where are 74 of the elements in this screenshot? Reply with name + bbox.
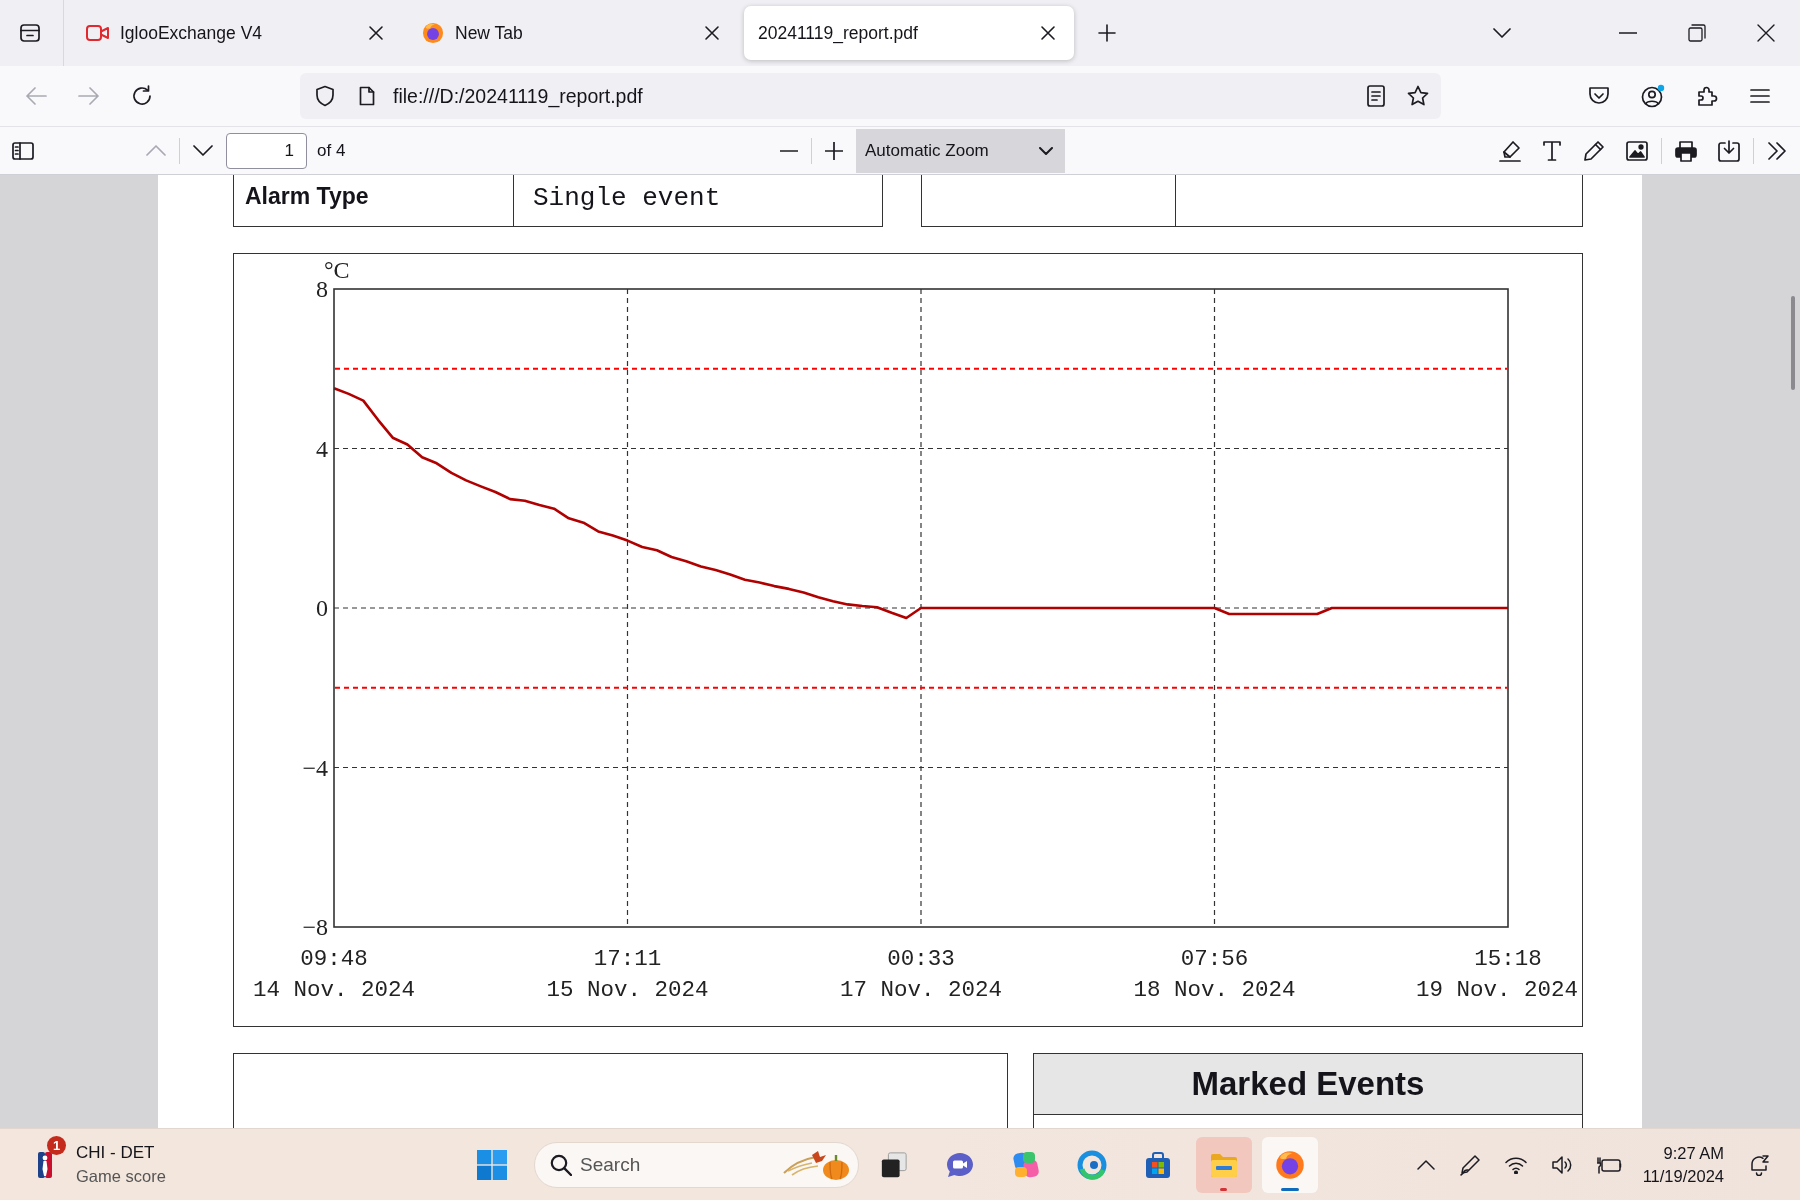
y-axis-label: −8 <box>302 914 328 940</box>
widget-title[interactable]: CHI - DET <box>76 1143 166 1163</box>
zoom-in-icon[interactable] <box>825 141 843 160</box>
caret-up-icon[interactable] <box>1416 1159 1435 1170</box>
bell-icon[interactable] <box>1748 1153 1770 1176</box>
wifi-icon[interactable] <box>1504 1155 1527 1174</box>
puzzle-icon[interactable] <box>1696 85 1718 107</box>
x-axis-label: 00:33 17 Nov. 2024 <box>840 946 1002 1003</box>
image-icon[interactable] <box>1626 140 1648 161</box>
x-axis-label: 17:11 15 Nov. 2024 <box>546 946 709 1003</box>
video-camera-icon <box>86 24 109 42</box>
battery-icon[interactable] <box>1596 1155 1623 1174</box>
disc-logo-icon <box>422 22 444 44</box>
chevron-shield-icon[interactable] <box>1588 86 1610 106</box>
zoom-select[interactable]: Automatic Zoom <box>856 128 1065 173</box>
text-tool-icon[interactable] <box>1542 139 1562 162</box>
highlighter-icon[interactable] <box>1499 139 1521 162</box>
down-caret-icon[interactable] <box>193 145 213 156</box>
caret-icon <box>1039 146 1053 155</box>
y-axis-label: 4 <box>316 435 328 462</box>
y-axis-label: 0 <box>316 595 328 621</box>
colorful-blocks-icon <box>1011 1149 1041 1180</box>
close-icon[interactable] <box>1757 24 1775 42</box>
scrollbar-thumb[interactable] <box>1791 296 1795 390</box>
clock-time[interactable]: 9:27 AM <box>1663 1143 1724 1163</box>
speaker-icon[interactable] <box>1550 1154 1573 1175</box>
status-dash-icon <box>1281 1187 1299 1191</box>
close-icon[interactable] <box>368 25 384 41</box>
star-icon[interactable] <box>1407 85 1429 107</box>
zoom-out-icon[interactable] <box>780 149 798 152</box>
reload-icon[interactable] <box>131 85 153 107</box>
y-axis-label: −4 <box>302 754 328 781</box>
disc-logo-icon <box>1275 1149 1305 1180</box>
close-icon[interactable] <box>1040 25 1056 41</box>
page-count-label: of 4 <box>317 140 346 161</box>
x-axis-label: 09:48 14 Nov. 2024 <box>253 946 415 1003</box>
pen-icon[interactable] <box>1458 1153 1481 1176</box>
sports-logo-icon[interactable] <box>38 1151 52 1178</box>
download-icon[interactable] <box>1718 139 1740 162</box>
shield-icon[interactable] <box>315 85 335 107</box>
field-value: Single event <box>532 182 722 215</box>
caret-icon[interactable] <box>1493 28 1511 38</box>
print-icon[interactable] <box>1675 139 1697 162</box>
page-number-field[interactable]: 1 <box>226 132 307 169</box>
double-chevron-icon[interactable] <box>1767 141 1787 160</box>
browser-tab[interactable]: New Tab <box>408 6 738 60</box>
notification-badge: 1 <box>47 1135 66 1155</box>
close-icon[interactable] <box>704 25 720 41</box>
address-bar[interactable]: file:///D:/20241119_report.pdf <box>300 73 1441 119</box>
section-heading: Marked Events <box>1034 1054 1582 1115</box>
x-axis-label: 15:18 19 Nov. 2024 <box>1416 946 1578 1003</box>
field-label: Alarm Type <box>234 175 514 226</box>
tray-icon[interactable] <box>18 21 42 45</box>
reader-view-icon[interactable] <box>1367 85 1385 107</box>
browser-tab[interactable]: IglooExchange V4 <box>72 6 402 60</box>
sidebar-toggle-icon[interactable] <box>12 141 34 160</box>
task-view-icon <box>880 1150 908 1179</box>
search-icon <box>550 1153 572 1176</box>
new-tab-icon[interactable] <box>1098 24 1116 42</box>
page-icon <box>359 86 375 106</box>
x-axis-label: 07:56 18 Nov. 2024 <box>1133 946 1296 1003</box>
account-icon[interactable] <box>1641 84 1665 108</box>
shopping-bag-icon <box>1143 1149 1173 1180</box>
clock-date[interactable]: 11/19/2024 <box>1642 1166 1724 1186</box>
ring-logo-icon <box>1077 1149 1107 1180</box>
browser-tab[interactable]: 20241119_report.pdf <box>744 6 1074 60</box>
pencil-icon[interactable] <box>1583 139 1605 162</box>
widget-subtitle: Game score <box>76 1167 166 1186</box>
menu-icon[interactable] <box>1750 88 1770 104</box>
search-field[interactable]: Search <box>580 1153 782 1176</box>
start-icon <box>477 1149 507 1180</box>
status-dash-icon <box>1220 1187 1227 1191</box>
search-bar[interactable]: Search <box>534 1141 859 1188</box>
restore-icon[interactable] <box>1688 24 1706 42</box>
